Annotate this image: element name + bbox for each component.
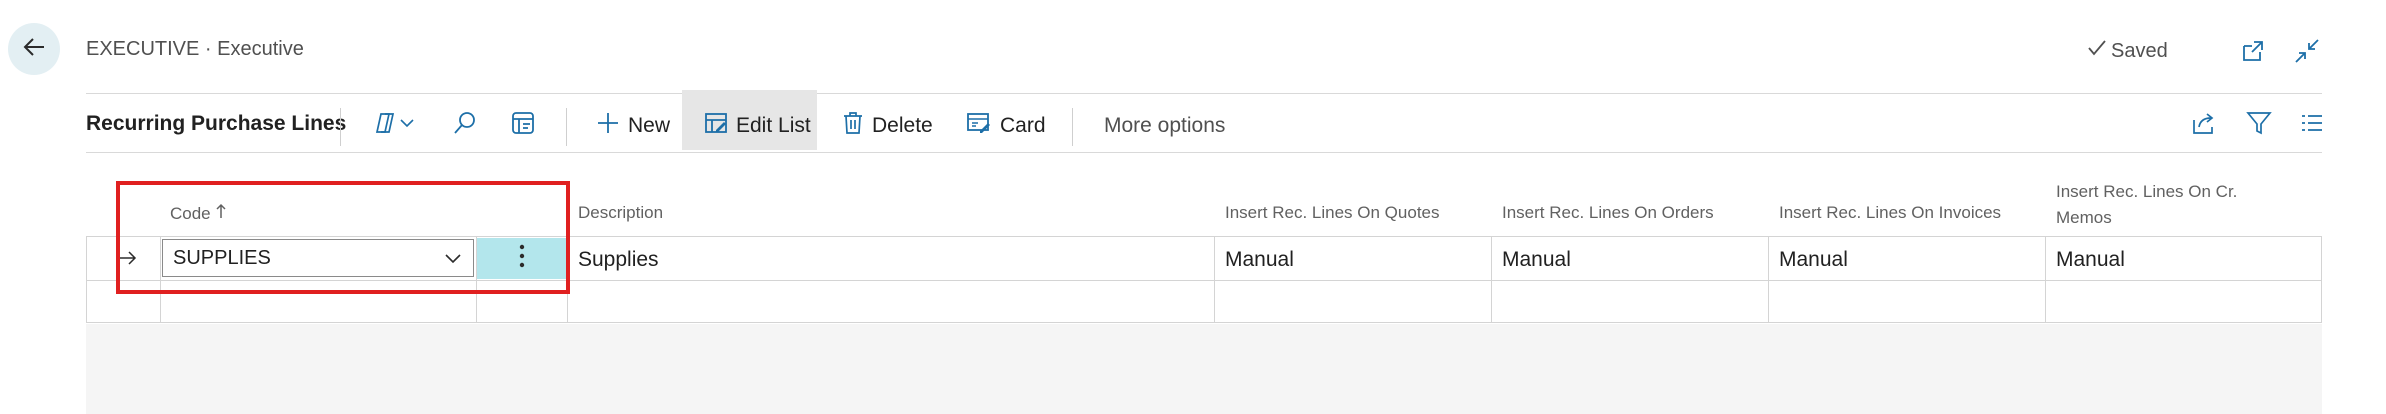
card-label: Card	[1000, 114, 1046, 137]
column-header-orders[interactable]: Insert Rec. Lines On Orders	[1502, 203, 1714, 223]
delete-button[interactable]: Delete	[842, 103, 933, 149]
column-divider	[86, 236, 87, 323]
delete-label: Delete	[872, 114, 933, 137]
analyze-button[interactable]	[510, 103, 536, 149]
toolbar-separator	[566, 108, 567, 146]
card-button[interactable]: Card	[966, 103, 1046, 149]
trash-icon	[842, 111, 864, 141]
new-button[interactable]: New	[596, 103, 670, 149]
card-icon	[966, 111, 992, 141]
list-view-button[interactable]	[2300, 103, 2324, 149]
toolbar-separator	[340, 108, 341, 146]
column-divider	[1491, 236, 1492, 323]
checkmark-icon	[2087, 38, 2107, 64]
copilot-button[interactable]	[372, 103, 416, 149]
quotes-cell[interactable]: Manual	[1225, 248, 1294, 272]
toolbar-separator	[1072, 108, 1073, 146]
breadcrumb: EXECUTIVE · Executive	[86, 38, 304, 60]
back-button[interactable]	[8, 23, 60, 75]
saved-status: Saved	[2087, 38, 2168, 64]
search-button[interactable]	[452, 103, 478, 149]
cr-memos-cell[interactable]: Manual	[2056, 248, 2125, 272]
highlight-box	[116, 181, 570, 294]
share-button[interactable]	[2190, 103, 2216, 149]
saved-label: Saved	[2111, 39, 2168, 62]
description-cell[interactable]: Supplies	[578, 248, 659, 272]
list-icon	[2300, 112, 2324, 140]
plus-icon	[596, 111, 620, 141]
copilot-icon	[372, 110, 398, 142]
row-divider	[86, 322, 2322, 323]
share-icon	[2190, 110, 2216, 142]
column-divider	[2045, 236, 2046, 323]
arrow-left-icon	[20, 33, 48, 66]
filter-button[interactable]	[2246, 103, 2272, 149]
edit-list-button[interactable]: Edit List	[704, 103, 811, 149]
column-header-cr-memos[interactable]: Insert Rec. Lines On Cr. Memos	[2056, 179, 2237, 231]
new-label: New	[628, 114, 671, 137]
toolbar-divider	[86, 152, 2322, 153]
column-divider	[2321, 236, 2322, 323]
column-header-quotes[interactable]: Insert Rec. Lines On Quotes	[1225, 203, 1440, 223]
search-icon	[452, 110, 478, 142]
invoices-cell[interactable]: Manual	[1779, 248, 1848, 272]
filter-icon	[2246, 110, 2272, 142]
column-header-description[interactable]: Description	[578, 203, 663, 223]
edit-list-icon	[704, 111, 728, 141]
edit-list-label: Edit List	[736, 114, 811, 137]
chevron-down-icon	[398, 114, 416, 138]
analyze-icon	[510, 110, 536, 142]
page-title: Recurring Purchase Lines	[86, 112, 347, 135]
column-header-invoices[interactable]: Insert Rec. Lines On Invoices	[1779, 203, 2001, 223]
column-divider	[1214, 236, 1215, 323]
collapse-icon[interactable]	[2292, 36, 2322, 66]
header-divider	[86, 93, 2322, 94]
open-new-window-icon[interactable]	[2238, 36, 2268, 66]
more-options-button[interactable]: More options	[1104, 103, 1225, 149]
orders-cell[interactable]: Manual	[1502, 248, 1571, 272]
column-divider	[1768, 236, 1769, 323]
